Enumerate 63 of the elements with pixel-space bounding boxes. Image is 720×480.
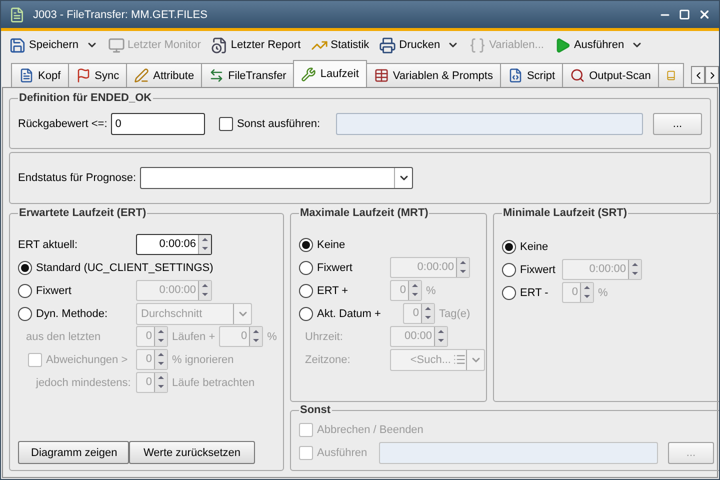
report-icon [210, 36, 228, 54]
reset-button[interactable]: Werte zurücksetzen [129, 441, 255, 464]
tab[interactable]: Sync [68, 63, 128, 87]
radio-button[interactable]: Standard (UC_CLIENT_SETTINGS) [18, 260, 214, 274]
tab[interactable]: Variablen & Prompts [366, 63, 501, 87]
group-title: Minimale Laufzeit (SRT) [502, 207, 628, 219]
field-label: Zeitzone: [304, 354, 352, 366]
checkbox[interactable]: Sonst ausführen: [218, 117, 320, 131]
monitor-icon [108, 36, 125, 54]
field-label: Uhrzeit: [304, 330, 344, 342]
field-label: aus den letzten [25, 330, 102, 342]
maximize-icon[interactable] [679, 9, 690, 20]
unit-label: % [267, 330, 277, 342]
return-value-field[interactable]: 0 [111, 113, 206, 135]
group-title: Sonst [299, 404, 332, 416]
unit-label: % [598, 286, 608, 298]
search-icon [570, 68, 586, 83]
script-icon [508, 68, 523, 83]
browse-button[interactable]: ... [652, 113, 702, 135]
pen-icon [134, 68, 150, 83]
scroll-left-button[interactable] [691, 66, 705, 84]
tab[interactable]: Kopf [11, 63, 69, 87]
toolbar-button[interactable]: Speichern [5, 34, 102, 56]
command-field[interactable] [336, 113, 644, 135]
tab[interactable]: Attribute [126, 63, 202, 87]
group-title: Maximale Laufzeit (MRT) [299, 207, 430, 219]
list-icon [453, 353, 466, 366]
field-label: Läufen + [172, 330, 216, 342]
field-label: % ignorieren [172, 354, 234, 366]
toolbar-button[interactable]: Drucken [375, 34, 464, 56]
field-label: ERT aktuell: [18, 238, 79, 250]
toolbar-button[interactable]: Ausführen [550, 34, 648, 56]
tab[interactable]: FileTransfer [201, 63, 294, 87]
status-dropdown[interactable] [140, 167, 414, 189]
transfer-icon [209, 68, 224, 83]
job-icon [9, 6, 25, 22]
printer-icon [379, 36, 396, 54]
scroll-right-button[interactable] [705, 66, 719, 84]
toolbar-button[interactable]: Statistik [306, 34, 374, 56]
time-spinner[interactable]: 0:00:06 [136, 234, 212, 255]
table-icon [374, 68, 389, 83]
close-icon[interactable] [698, 8, 711, 21]
tab[interactable]: Laufzeit [293, 60, 367, 87]
unit-label: Tag(e) [439, 308, 470, 320]
field-label: jedoch mindestens: [34, 376, 132, 388]
field-label: Rückgabewert <=: [18, 118, 108, 130]
wrench-icon [301, 66, 316, 82]
group-title: Definition für ENDED_OK [18, 92, 153, 104]
unit-label: % [426, 284, 436, 296]
group-title: Erwartete Laufzeit (ERT) [18, 207, 148, 219]
tab[interactable]: Output-Scan [562, 63, 659, 87]
book-icon [666, 68, 676, 83]
tab[interactable] [658, 63, 684, 87]
variables-icon [469, 36, 486, 54]
toolbar-button[interactable]: Letzter Report [206, 34, 305, 56]
diagram-button[interactable]: Diagramm zeigen [18, 441, 129, 464]
field-label: Läufe betrachten [172, 376, 255, 388]
tab[interactable]: Script [500, 63, 564, 87]
window-title: J003 - FileTransfer: MM.GET.FILES [33, 8, 208, 20]
field-label: Endstatus für Prognose: [18, 172, 136, 184]
save-icon [9, 36, 26, 54]
flag-icon [76, 68, 91, 83]
document-icon [19, 68, 34, 83]
